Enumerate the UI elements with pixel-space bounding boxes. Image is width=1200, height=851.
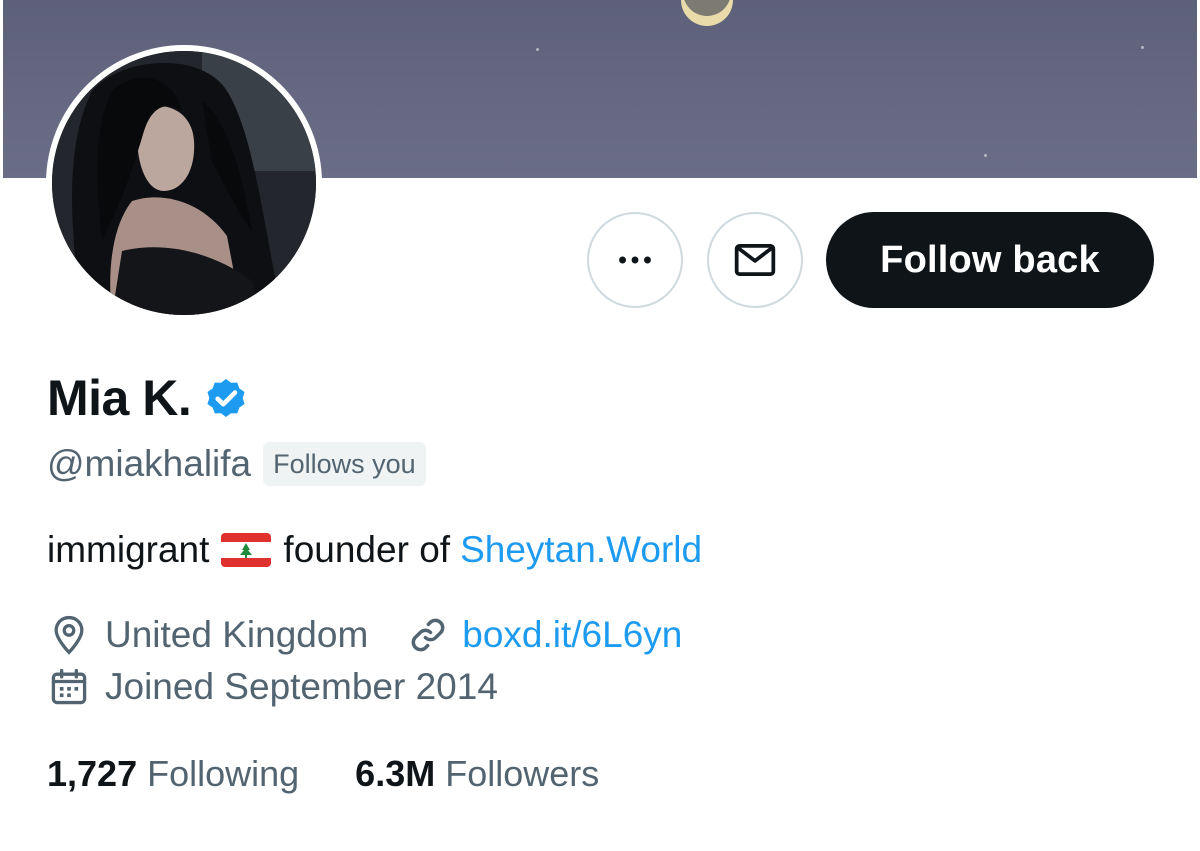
envelope-icon [734,243,776,277]
following-label: Following [147,753,300,794]
joined-row: Joined September 2014 [47,662,498,712]
joined-date: Joined September 2014 [105,666,498,707]
lebanon-flag-icon [221,533,272,567]
website-link[interactable]: boxd.it/6L6yn [462,614,682,656]
username-handle: @miakhalifa [47,443,252,484]
star [984,154,987,157]
more-options-button[interactable] [587,212,683,308]
bio-text-start: immigrant [47,529,210,570]
follow-back-button[interactable]: Follow back [826,212,1154,308]
name-row: Mia K. [47,368,251,428]
follow-stats: 1,727 Following 6.3M Followers [47,748,599,800]
verified-badge-icon[interactable] [201,373,251,423]
following-stat[interactable]: 1,727 Following [47,753,299,795]
bio-text-end: founder of [283,529,451,570]
location-text: United Kingdom [105,614,369,655]
following-count: 1,727 [47,753,138,794]
star [536,48,539,51]
profile-page: Follow back Mia K. @miakhalifa Follows y… [0,0,1200,851]
link-icon [411,618,445,652]
display-name: Mia K. [47,370,192,426]
crescent-moon-image [681,0,733,26]
profile-meta-row: United Kingdom boxd.it/6L6yn [47,610,682,660]
location-pin-icon [54,615,84,655]
followers-label: Followers [445,753,600,794]
calendar-icon [51,668,87,705]
avatar[interactable] [46,45,322,321]
avatar-photo [52,51,316,315]
bio-link[interactable]: Sheytan.World [460,529,702,571]
message-button[interactable] [707,212,803,308]
followers-stat[interactable]: 6.3M Followers [355,753,599,795]
follows-you-badge: Follows you [263,442,426,486]
bio: immigrant founder of Sheytan.World [47,524,702,576]
star [1141,46,1144,49]
more-horizontal-icon [619,256,651,264]
handle-row: @miakhalifa Follows you [47,440,426,488]
followers-count: 6.3M [355,753,436,794]
